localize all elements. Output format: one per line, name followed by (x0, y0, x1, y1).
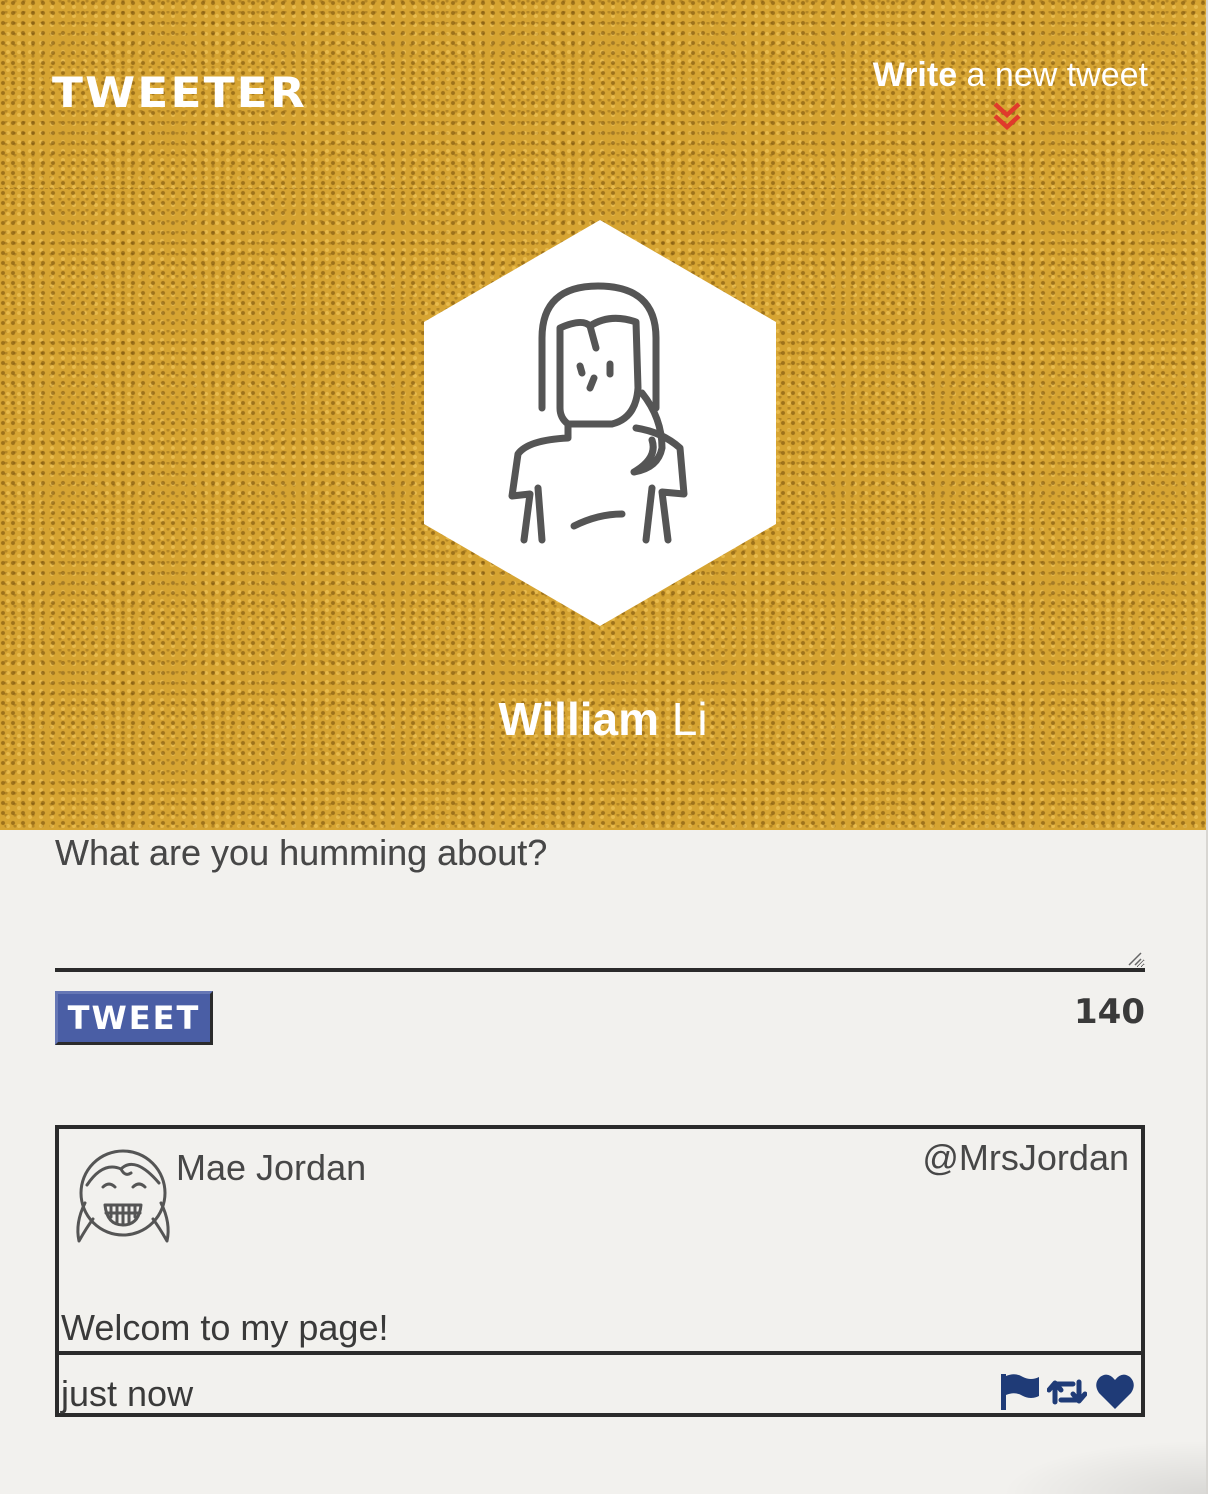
header-divider (0, 188, 1206, 189)
profile-avatar (422, 218, 778, 628)
char-counter: 140 (1074, 992, 1145, 1032)
profile-name: William Li (0, 692, 1206, 746)
profile-last-name: Li (671, 693, 708, 745)
tweet-footer-divider (59, 1351, 1141, 1355)
tweet-placeholder: What are you humming about? (55, 832, 548, 873)
flag-icon[interactable] (999, 1372, 1039, 1412)
tweet-timestamp: just now (61, 1373, 194, 1414)
tweet-author-handle: @MrsJordan (922, 1137, 1129, 1178)
smiling-girl-icon (76, 1149, 170, 1243)
double-chevron-down-icon[interactable] (990, 100, 1024, 134)
compose-link-bold: Write (872, 56, 958, 94)
retweet-icon[interactable] (1047, 1372, 1087, 1412)
person-long-hair-icon (424, 220, 776, 626)
profile-header: TWEETER Write a new tweet William Li (0, 0, 1206, 830)
resize-handle-icon[interactable] (1126, 950, 1142, 966)
tweet-card: Mae Jordan @MrsJordan Welcom to my page!… (55, 1125, 1145, 1417)
corner-shadow (1000, 1440, 1206, 1494)
tweet-actions (999, 1372, 1135, 1412)
brand-logo[interactable]: TWEETER (52, 68, 307, 117)
write-new-tweet-link[interactable]: Write a new tweet (873, 56, 1148, 95)
tweet-submit-button[interactable]: TWEET (55, 991, 213, 1045)
tweet-text: Welcom to my page! (61, 1307, 389, 1348)
profile-first-name: William (498, 693, 660, 745)
compose-link-rest: a new tweet (957, 56, 1148, 94)
heart-icon[interactable] (1095, 1372, 1135, 1412)
tweet-author-name: Mae Jordan (176, 1147, 367, 1188)
